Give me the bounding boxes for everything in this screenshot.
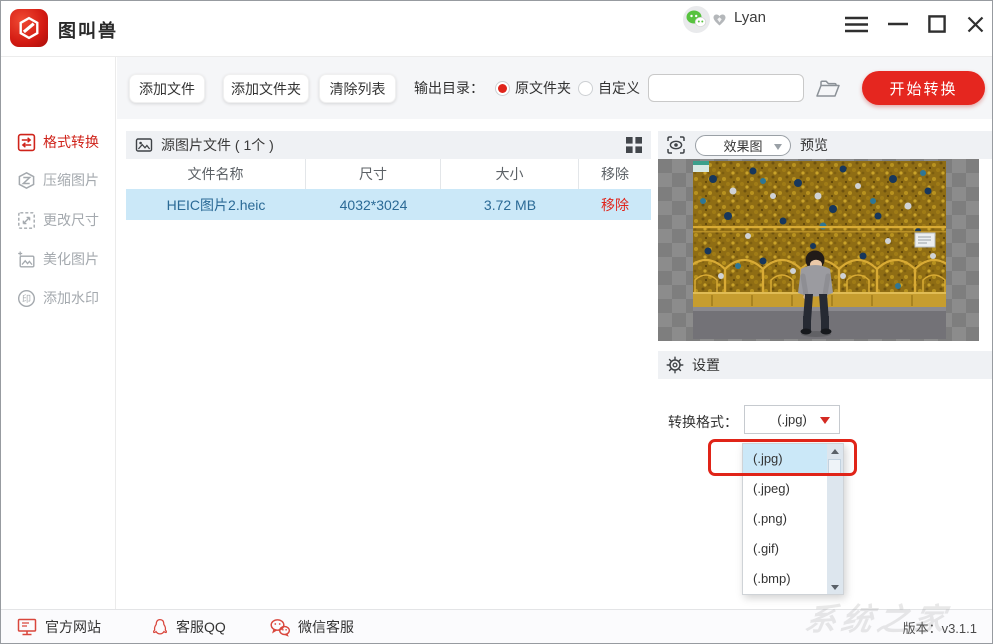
format-dropdown-list: (.jpg) (.jpeg) (.png) (.gif) (.bmp) <box>742 443 844 595</box>
compress-image-icon <box>17 171 36 190</box>
sidebar-item-beautify[interactable]: 美化图片 <box>17 248 99 270</box>
preview-mode-dropdown[interactable]: 效果图 <box>695 135 791 156</box>
source-files-panel: 源图片文件 ( 1个 ) 文件名称 尺寸 大小 移除 HEIC图片2.heic … <box>126 131 651 220</box>
sidebar-item-label: 压缩图片 <box>43 170 99 190</box>
format-select[interactable]: (.jpg) <box>744 405 840 434</box>
dropdown-arrow-icon <box>820 417 830 424</box>
column-header-dimensions: 尺寸 <box>306 159 441 189</box>
app-title: 图叫兽 <box>58 17 118 43</box>
preview-header: 效果图 预览 <box>658 131 993 159</box>
qq-support-link[interactable]: 客服QQ <box>151 610 226 644</box>
radio-original-folder[interactable] <box>495 81 510 96</box>
start-convert-button[interactable]: 开始转换 <box>862 71 985 105</box>
maximize-icon[interactable] <box>924 12 950 36</box>
sidebar-item-compress[interactable]: 压缩图片 <box>17 169 99 191</box>
version-label: 版本：v3.1.1 <box>903 618 977 637</box>
footer-bar: 官方网站 客服QQ 微信客服 版本：v3.1.1 <box>1 609 993 643</box>
wechat-icon <box>269 618 291 637</box>
column-header-remove: 移除 <box>579 159 651 189</box>
source-files-header: 源图片文件 ( 1个 ) <box>126 131 651 159</box>
menu-icon[interactable] <box>843 12 869 36</box>
official-website-link[interactable]: 官方网站 <box>16 610 101 644</box>
sidebar-item-label: 美化图片 <box>43 249 99 269</box>
qq-support-label: 客服QQ <box>176 617 226 637</box>
sidebar-item-format-convert[interactable]: 格式转换 <box>17 131 99 153</box>
column-header-size: 大小 <box>441 159 579 189</box>
vip-badge-icon <box>712 13 727 27</box>
clear-list-button[interactable]: 清除列表 <box>319 74 396 103</box>
toolbar: 添加文件 添加文件夹 清除列表 输出目录： 原文件夹 自定义 开始转换 <box>117 57 993 119</box>
remove-link[interactable]: 移除 <box>579 189 651 220</box>
preview-mode-value: 效果图 <box>723 136 762 155</box>
title-bar: 图叫兽 Lyan <box>1 1 993 57</box>
preview-label: 预览 <box>800 135 828 155</box>
cell-dimensions: 4032*3024 <box>306 189 441 220</box>
avatar[interactable] <box>683 6 710 33</box>
monitor-icon <box>16 617 38 637</box>
scrollbar-thumb[interactable] <box>828 459 841 476</box>
convert-format-label: 转换格式： <box>668 412 738 432</box>
format-select-value: (.jpg) <box>777 412 807 427</box>
preview-canvas <box>658 159 979 341</box>
sidebar-item-label: 更改尺寸 <box>43 210 99 230</box>
app-logo-icon <box>10 9 48 47</box>
browse-folder-icon[interactable] <box>814 77 842 99</box>
settings-header: 设置 <box>658 351 993 379</box>
beautify-image-icon <box>17 250 36 269</box>
cell-filename: HEIC图片2.heic <box>126 189 306 220</box>
output-path-input[interactable] <box>648 74 804 102</box>
radio-custom-label[interactable]: 自定义 <box>598 78 640 98</box>
table-header-row: 文件名称 尺寸 大小 移除 <box>126 159 651 189</box>
sidebar-item-label: 格式转换 <box>43 132 99 152</box>
add-folder-button[interactable]: 添加文件夹 <box>223 74 309 103</box>
official-website-label: 官方网站 <box>45 617 101 637</box>
image-file-icon <box>135 136 153 154</box>
preview-eye-icon <box>666 135 686 155</box>
dropdown-scrollbar[interactable] <box>827 444 843 594</box>
radio-original-folder-label[interactable]: 原文件夹 <box>515 78 571 98</box>
wechat-support-label: 微信客服 <box>298 617 354 637</box>
wechat-support-link[interactable]: 微信客服 <box>269 610 354 644</box>
sidebar-item-watermark[interactable]: 印 添加水印 <box>17 287 99 309</box>
column-header-filename: 文件名称 <box>126 159 306 189</box>
gear-icon <box>666 356 684 374</box>
output-dir-label: 输出目录： <box>414 78 484 98</box>
username[interactable]: Lyan <box>734 9 766 26</box>
scroll-down-icon[interactable] <box>827 580 843 594</box>
table-row[interactable]: HEIC图片2.heic 4032*3024 3.72 MB 移除 <box>126 189 651 220</box>
add-watermark-icon: 印 <box>17 289 36 308</box>
format-convert-icon <box>17 133 36 152</box>
qq-icon <box>151 617 169 637</box>
grid-view-icon[interactable] <box>626 137 642 153</box>
cell-size: 3.72 MB <box>441 189 579 220</box>
close-icon[interactable] <box>962 12 988 36</box>
minimize-icon[interactable] <box>885 12 911 36</box>
scroll-up-icon[interactable] <box>827 444 843 458</box>
resize-icon <box>17 211 36 230</box>
sidebar-item-resize[interactable]: 更改尺寸 <box>17 209 99 231</box>
preview-photo <box>693 161 946 339</box>
svg-text:印: 印 <box>22 293 31 304</box>
app-window: 图叫兽 Lyan <box>0 0 993 644</box>
source-files-title: 源图片文件 ( 1个 ) <box>161 135 274 155</box>
sidebar-item-label: 添加水印 <box>43 288 99 308</box>
sidebar: 格式转换 压缩图片 更改尺寸 美化图片 印 添加水印 <box>1 57 116 611</box>
chevron-down-icon <box>774 144 782 150</box>
radio-custom[interactable] <box>578 81 593 96</box>
add-file-button[interactable]: 添加文件 <box>129 74 205 103</box>
settings-label: 设置 <box>692 355 720 375</box>
